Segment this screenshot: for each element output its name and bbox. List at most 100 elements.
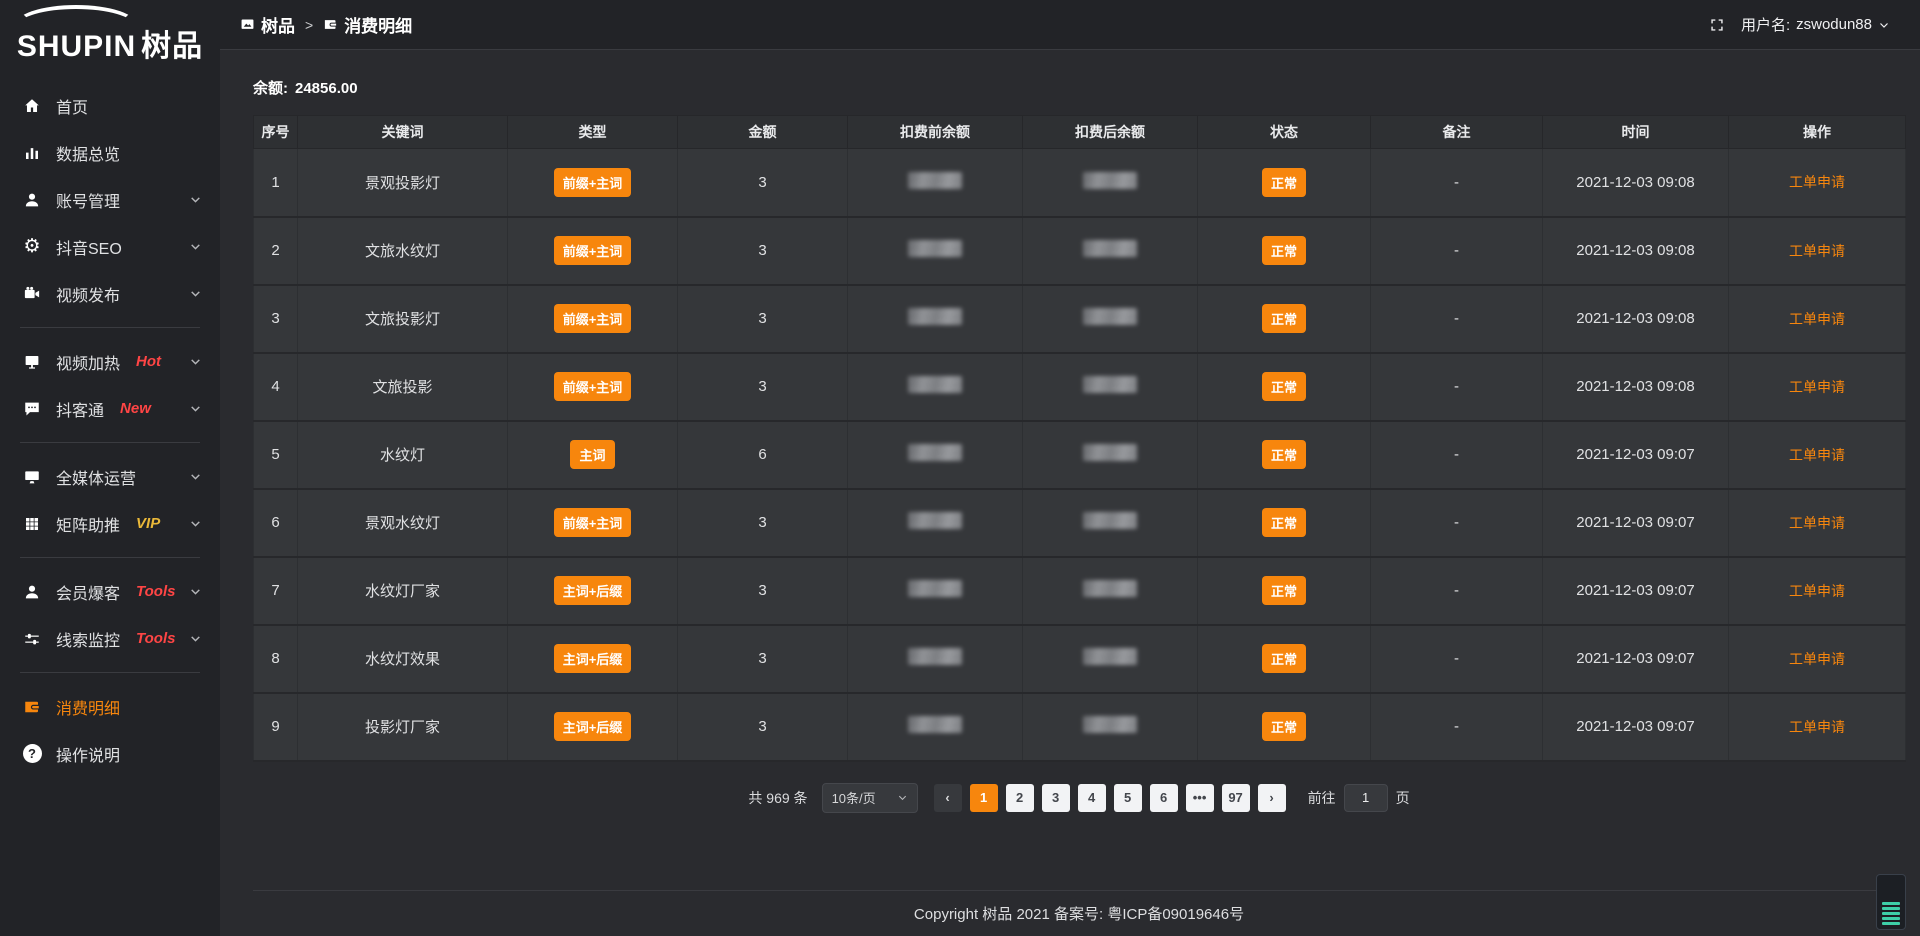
dashboard-icon	[240, 17, 255, 32]
page-button-active[interactable]: 1	[970, 784, 998, 812]
cell-seq: 4	[254, 353, 298, 421]
cell-balance-before	[848, 693, 1023, 761]
sidebar-item-label: 首页	[56, 94, 88, 118]
work-order-link[interactable]: 工单申请	[1789, 583, 1845, 599]
cell-status: 正常	[1198, 353, 1371, 421]
cell-action: 工单申请	[1729, 285, 1906, 353]
masked-balance-before	[908, 580, 962, 597]
sidebar-item-7[interactable]: 全媒体运营	[0, 453, 220, 500]
cell-time: 2021-12-03 09:07	[1543, 625, 1729, 693]
sidebar-item-label: 视频加热	[56, 350, 120, 374]
column-header: 状态	[1198, 116, 1371, 149]
cell-amount: 6	[678, 421, 848, 489]
sidebar-item-5[interactable]: 视频加热 Hot	[0, 338, 220, 385]
chevron-down-icon	[189, 470, 202, 483]
cell-keyword: 水纹灯厂家	[298, 557, 508, 625]
table-row: 2 文旅水纹灯 前缀+主词 3 正常 - 2021-12-03 09:08 工单…	[254, 217, 1906, 285]
next-page-button[interactable]: ›	[1258, 784, 1286, 812]
gear-icon: ⚙	[22, 237, 42, 257]
masked-balance-after	[1083, 240, 1137, 257]
status-badge: 正常	[1262, 304, 1306, 333]
widget-line	[1882, 907, 1900, 910]
breadcrumb-separator: >	[305, 17, 313, 33]
work-order-link[interactable]: 工单申请	[1789, 311, 1845, 327]
username-label: 用户名:	[1741, 14, 1790, 35]
breadcrumb-item-current[interactable]: 消费明细	[323, 12, 412, 37]
status-badge: 正常	[1262, 372, 1306, 401]
sidebar-item-10[interactable]: 线索监控 Tools	[0, 615, 220, 662]
cell-seq: 5	[254, 421, 298, 489]
masked-balance-after	[1083, 444, 1137, 461]
page-size-select[interactable]: 10条/页	[822, 783, 918, 813]
cell-balance-after	[1023, 353, 1198, 421]
grid-icon	[22, 514, 42, 534]
cell-balance-after	[1023, 149, 1198, 217]
work-order-link[interactable]: 工单申请	[1789, 174, 1845, 190]
sidebar-item-6[interactable]: 抖客通 New	[0, 385, 220, 432]
breadcrumb-label: 消费明细	[344, 12, 412, 37]
goto-page-input[interactable]	[1344, 784, 1388, 812]
chevron-down-icon	[189, 193, 202, 206]
masked-balance-before	[908, 172, 962, 189]
page-button[interactable]: 97	[1222, 784, 1250, 812]
cell-status: 正常	[1198, 421, 1371, 489]
prev-page-button[interactable]: ‹	[934, 784, 962, 812]
cell-seq: 9	[254, 693, 298, 761]
column-header: 金额	[678, 116, 848, 149]
page-button[interactable]: 3	[1042, 784, 1070, 812]
sidebar-item-9[interactable]: 会员爆客 Tools	[0, 568, 220, 615]
column-header: 备注	[1371, 116, 1543, 149]
logo-cn: 树品	[141, 30, 203, 63]
floating-widget[interactable]	[1876, 874, 1906, 930]
cell-balance-before	[848, 217, 1023, 285]
main-column: 树品 > 消费明细 用户名: zswodun88 余额:24856.00	[220, 0, 1920, 936]
sidebar-item-tag: Tools	[136, 583, 175, 600]
cell-seq: 2	[254, 217, 298, 285]
sidebar-item-8[interactable]: 矩阵助推 VIP	[0, 500, 220, 547]
sidebar-item-3[interactable]: ⚙ 抖音SEO	[0, 223, 220, 270]
cell-seq: 7	[254, 557, 298, 625]
cell-amount: 3	[678, 693, 848, 761]
consumption-table: 序号关键词类型金额扣费前余额扣费后余额状态备注时间操作 1 景观投影灯 前缀+主…	[253, 115, 1906, 762]
sidebar-item-11[interactable]: 消费明细	[0, 683, 220, 730]
sidebar-item-0[interactable]: 首页	[0, 82, 220, 129]
cell-balance-after	[1023, 217, 1198, 285]
sidebar-item-label: 抖音SEO	[56, 235, 122, 259]
page-button[interactable]: 4	[1078, 784, 1106, 812]
cell-seq: 6	[254, 489, 298, 557]
sidebar-item-label: 消费明细	[56, 695, 120, 719]
video-camera-icon	[22, 284, 42, 304]
work-order-link[interactable]: 工单申请	[1789, 447, 1845, 463]
work-order-link[interactable]: 工单申请	[1789, 651, 1845, 667]
work-order-link[interactable]: 工单申请	[1789, 243, 1845, 259]
page-button[interactable]: 2	[1006, 784, 1034, 812]
monitor-icon	[22, 467, 42, 487]
breadcrumb-item-home[interactable]: 树品	[240, 12, 295, 37]
chevron-down-icon	[189, 240, 202, 253]
work-order-link[interactable]: 工单申请	[1789, 719, 1845, 735]
page-button[interactable]: 5	[1114, 784, 1142, 812]
work-order-link[interactable]: 工单申请	[1789, 515, 1845, 531]
fullscreen-icon[interactable]	[1709, 17, 1725, 33]
chevron-down-icon	[189, 402, 202, 415]
page-ellipsis-button[interactable]: •••	[1186, 784, 1214, 812]
user-menu[interactable]: 用户名: zswodun88	[1741, 14, 1890, 35]
brand-logo[interactable]: SHUPIN树品	[0, 0, 220, 74]
cell-balance-before	[848, 421, 1023, 489]
sidebar-item-1[interactable]: 数据总览	[0, 129, 220, 176]
widget-line	[1882, 912, 1900, 915]
cell-remark: -	[1371, 149, 1543, 217]
chevron-down-icon	[1878, 19, 1890, 31]
sidebar-item-label: 数据总览	[56, 141, 120, 165]
cell-status: 正常	[1198, 625, 1371, 693]
sidebar-item-12[interactable]: ? 操作说明	[0, 730, 220, 777]
table-row: 1 景观投影灯 前缀+主词 3 正常 - 2021-12-03 09:08 工单…	[254, 149, 1906, 217]
sidebar-item-4[interactable]: 视频发布	[0, 270, 220, 317]
goto-unit: 页	[1396, 788, 1410, 808]
cell-remark: -	[1371, 693, 1543, 761]
page-button[interactable]: 6	[1150, 784, 1178, 812]
sidebar-item-2[interactable]: 账号管理	[0, 176, 220, 223]
cell-balance-after	[1023, 557, 1198, 625]
work-order-link[interactable]: 工单申请	[1789, 379, 1845, 395]
cell-remark: -	[1371, 421, 1543, 489]
